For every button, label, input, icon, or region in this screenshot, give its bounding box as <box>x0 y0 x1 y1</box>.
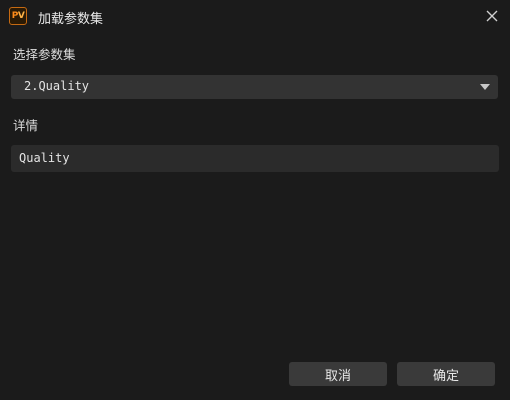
ok-button[interactable]: 确定 <box>397 362 495 386</box>
chevron-down-icon <box>480 84 490 90</box>
close-icon <box>486 10 498 22</box>
dialog-title: 加载参数集 <box>38 12 104 27</box>
detail-field[interactable]: Quality <box>11 145 499 172</box>
close-button[interactable] <box>484 8 500 24</box>
pv-app-icon: PV <box>9 7 27 25</box>
select-parameter-set-label: 选择参数集 <box>13 47 76 62</box>
dropdown-selected-value: 2.Quality <box>24 79 90 93</box>
load-parameter-set-dialog: PV 加载参数集 选择参数集 2.Quality 详情 Quality 取消 确… <box>0 0 510 400</box>
parameter-set-dropdown[interactable]: 2.Quality <box>11 75 498 99</box>
detail-value: Quality <box>19 151 70 165</box>
detail-label: 详情 <box>13 118 39 133</box>
app-icon-letter-v: V <box>17 11 25 21</box>
cancel-button[interactable]: 取消 <box>289 362 387 386</box>
title-bar: PV 加载参数集 <box>0 0 510 32</box>
